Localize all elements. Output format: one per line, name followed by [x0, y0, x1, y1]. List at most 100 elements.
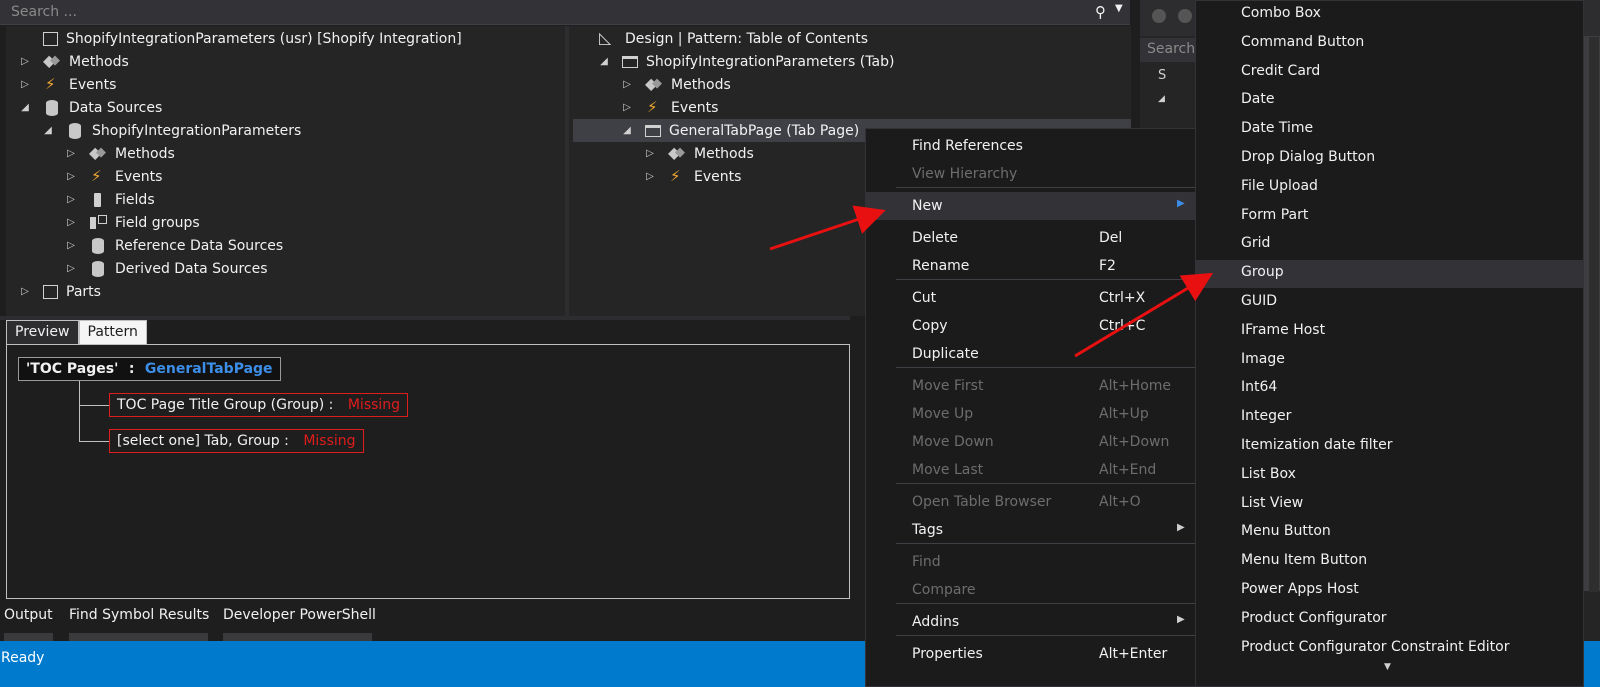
tree-node[interactable]: Design | Pattern: Table of Contents — [573, 27, 868, 50]
menu-separator — [896, 279, 1196, 280]
submenu-item-date[interactable]: Date — [1196, 87, 1583, 115]
tab-find-symbol-results[interactable]: Find Symbol Results — [69, 607, 209, 623]
submenu-item-grid[interactable]: Grid — [1196, 231, 1583, 259]
search-input[interactable]: Search ... — [11, 4, 77, 20]
tab-preview[interactable]: Preview — [6, 320, 79, 344]
expand-arrow-icon[interactable]: ▷ — [619, 79, 635, 90]
context-menu: Find References View Hierarchy New ▶ Delete D… — [865, 128, 1197, 687]
menu-item-properties[interactable]: Properties Alt+Enter — [866, 640, 1196, 668]
tree-node-label: Design | Pattern: Table of Contents — [625, 30, 869, 47]
menu-item-rename[interactable]: Rename F2 — [866, 252, 1196, 280]
menu-item-duplicate[interactable]: Duplicate — [866, 340, 1196, 368]
submenu-item-menu-item-button[interactable]: Menu Item Button — [1196, 548, 1583, 576]
submenu-item-label: Int64 — [1241, 379, 1278, 396]
tree-node[interactable]: ▷ Field groups — [63, 211, 200, 234]
solution-node-label[interactable]: S — [1158, 68, 1166, 83]
submenu-item-command-button[interactable]: Command Button — [1196, 30, 1583, 58]
submenu-item-int64[interactable]: Int64 — [1196, 375, 1583, 403]
submenu-item-itemization-date-filter[interactable]: Itemization date filter — [1196, 433, 1583, 461]
submenu-scrollbar[interactable] — [1589, 37, 1599, 592]
expand-arrow-icon[interactable]: ▷ — [17, 79, 33, 90]
tree-node[interactable]: ◢ Data Sources — [17, 96, 162, 119]
submenu-item-label: Form Part — [1241, 206, 1309, 223]
submenu-item-drop-dialog-button[interactable]: Drop Dialog Button — [1196, 145, 1583, 173]
search-icon[interactable]: ⚲ — [1095, 3, 1106, 21]
submenu-item-menu-button[interactable]: Menu Button — [1196, 519, 1583, 547]
submenu-item-label: Date Time — [1241, 120, 1314, 137]
tree-node[interactable]: ▷ Methods — [63, 142, 175, 165]
expand-arrow-icon[interactable]: ▷ — [63, 171, 79, 182]
events-icon — [645, 98, 663, 116]
menu-item-delete[interactable]: Delete Del — [866, 224, 1196, 252]
tree-node[interactable]: ▷ Methods — [17, 50, 129, 73]
tree-node[interactable]: ▷ Methods — [619, 73, 731, 96]
pattern-node-select-one[interactable]: [select one] Tab, Group : Missing — [109, 429, 364, 453]
expand-arrow-icon[interactable]: ▷ — [642, 148, 658, 159]
tree-node[interactable]: ▷ Derived Data Sources — [63, 257, 268, 280]
submenu-item-combo-box[interactable]: Combo Box — [1196, 1, 1583, 29]
tree-node[interactable]: ▷ Events — [63, 165, 162, 188]
tree-node[interactable]: ▷ Events — [619, 96, 718, 119]
submenu-item-product-configurator[interactable]: Product Configurator — [1196, 606, 1583, 634]
tab-output[interactable]: Output — [4, 607, 53, 623]
expanded-arrow-icon[interactable]: ◢ — [17, 102, 33, 113]
menu-item-find-references[interactable]: Find References — [866, 132, 1196, 160]
menu-item-label: Addins — [912, 614, 960, 630]
expand-arrow-icon[interactable]: ▷ — [63, 194, 79, 205]
expand-arrow-icon[interactable]: ▷ — [17, 56, 33, 67]
expand-arrow-icon[interactable]: ▷ — [63, 217, 79, 228]
submenu-item-guid[interactable]: GUID — [1196, 289, 1583, 317]
expand-arrow-icon[interactable]: ▷ — [63, 148, 79, 159]
expanded-arrow-icon[interactable]: ◢ — [596, 56, 612, 67]
expand-arrow-icon[interactable]: ▷ — [63, 263, 79, 274]
tree-node[interactable]: ▷ Reference Data Sources — [63, 234, 283, 257]
tab-developer-powershell[interactable]: Developer PowerShell — [223, 607, 376, 623]
menu-item-addins[interactable]: Addins ▶ — [866, 608, 1196, 636]
collapse-arrow-icon[interactable]: ◢ — [1158, 94, 1165, 104]
tree-node[interactable]: ▷ Parts — [17, 280, 101, 303]
submenu-item-list-view[interactable]: List View — [1196, 491, 1583, 519]
submenu-item-group[interactable]: Group — [1196, 260, 1583, 289]
search-dropdown-icon[interactable]: ▼ — [1115, 3, 1123, 14]
search-bar[interactable]: Search ... ⚲ ▼ — [0, 0, 1130, 25]
tree-node[interactable]: ▷ Events — [17, 73, 116, 96]
menu-item-view-hierarchy: View Hierarchy — [866, 160, 1196, 188]
submenu-item-product-configurator-constraint-editor[interactable]: Product Configurator Constraint Editor — [1196, 635, 1583, 663]
scroll-down-icon[interactable]: ▼ — [1384, 662, 1391, 672]
submenu-item-power-apps-host[interactable]: Power Apps Host — [1196, 577, 1583, 605]
expand-arrow-icon[interactable]: ▷ — [17, 286, 33, 297]
menu-item-new[interactable]: New ▶ — [866, 192, 1196, 220]
expand-arrow-icon[interactable]: ▷ — [619, 102, 635, 113]
tree-node[interactable]: ◢ ShopifyIntegrationParameters (Tab) — [596, 50, 894, 73]
tree-node[interactable]: ▷ Methods — [642, 142, 754, 165]
toc-pages-value[interactable]: GeneralTabPage — [145, 361, 273, 377]
submenu-item-label: Product Configurator — [1241, 609, 1387, 626]
submenu-item-file-upload[interactable]: File Upload — [1196, 174, 1583, 202]
pattern-node-title-group[interactable]: TOC Page Title Group (Group) : Missing — [109, 393, 409, 417]
submenu-item-integer[interactable]: Integer — [1196, 404, 1583, 432]
forward-icon[interactable] — [1178, 9, 1192, 23]
tree-node[interactable]: ◢ ShopifyIntegrationParameters — [40, 119, 301, 142]
expand-arrow-icon[interactable]: ▷ — [642, 171, 658, 182]
back-icon[interactable] — [1152, 9, 1166, 23]
menu-item-move-down: Move Down Alt+Down — [866, 428, 1196, 456]
submenu-item-date-time[interactable]: Date Time — [1196, 116, 1583, 144]
tree-node[interactable]: ▷ Events — [642, 165, 741, 188]
tree-node[interactable]: ▷ Fields — [63, 188, 154, 211]
tab-pattern[interactable]: Pattern — [78, 320, 147, 344]
submenu-item-image[interactable]: Image — [1196, 347, 1583, 375]
expanded-arrow-icon[interactable]: ◢ — [40, 125, 56, 136]
submenu-item-iframe-host[interactable]: IFrame Host — [1196, 318, 1583, 346]
menu-item-label: Duplicate — [912, 346, 979, 362]
submenu-item-form-part[interactable]: Form Part — [1196, 203, 1583, 231]
submenu-item-credit-card[interactable]: Credit Card — [1196, 59, 1583, 87]
menu-item-tags[interactable]: Tags ▶ — [866, 516, 1196, 544]
expanded-arrow-icon[interactable]: ◢ — [619, 125, 635, 136]
expand-arrow-icon[interactable]: ▷ — [63, 240, 79, 251]
toc-pages-node[interactable]: 'TOC Pages' : GeneralTabPage — [18, 357, 281, 381]
menu-item-cut[interactable]: Cut Ctrl+X — [866, 284, 1196, 312]
submenu-item-list-box[interactable]: List Box — [1196, 462, 1583, 490]
panel-search-placeholder: Search — [1147, 41, 1196, 57]
menu-item-copy[interactable]: Copy Ctrl+C — [866, 312, 1196, 340]
tree-node[interactable]: ShopifyIntegrationParameters (usr) [Shop… — [17, 27, 462, 50]
